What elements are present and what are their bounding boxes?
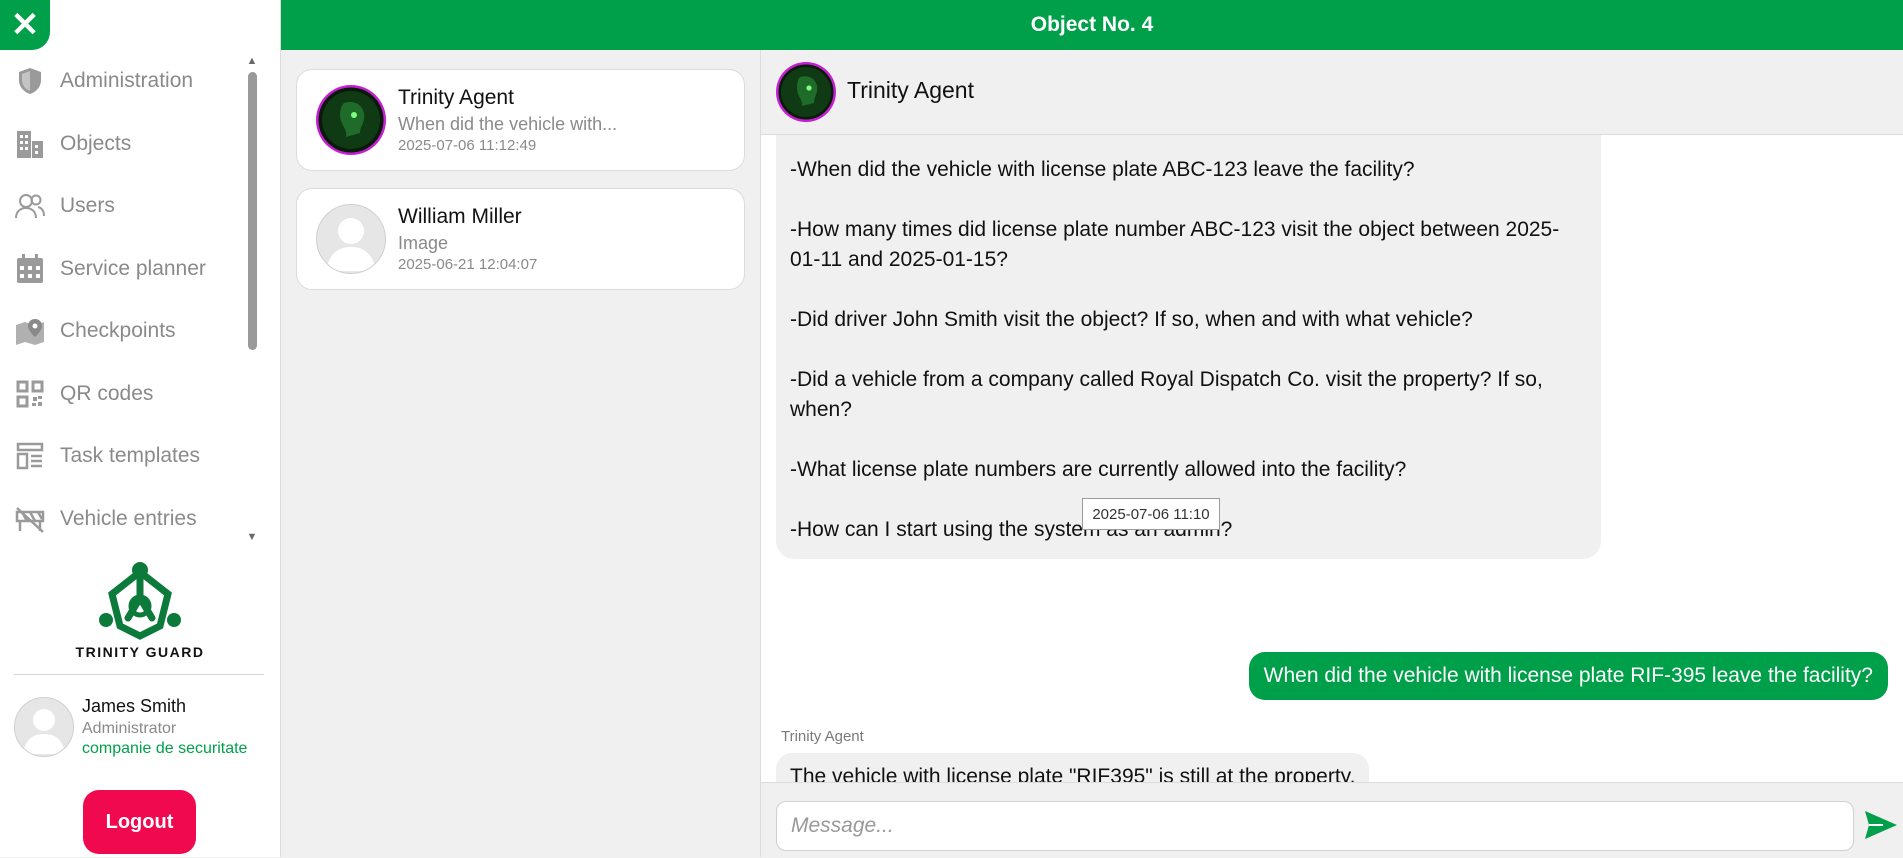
sidebar-item-users[interactable]: Users [0, 175, 245, 238]
template-icon [14, 440, 46, 472]
sidebar-divider [14, 674, 264, 675]
scroll-down-arrow-icon[interactable]: ▼ [245, 530, 259, 544]
bot-message-line: -Did driver John Smith visit the object?… [790, 308, 1473, 331]
user-avatar-icon [316, 204, 386, 274]
sidebar-item-label: Checkpoints [60, 319, 176, 343]
trinity-guard-logo [90, 560, 190, 649]
sidebar-item-label: Administration [60, 69, 194, 93]
message-sender-label: Trinity Agent [781, 728, 864, 745]
conversation-preview: When did the vehicle with... [398, 114, 618, 134]
chat-panel: Trinity Agent -When did the vehicle with… [761, 50, 1903, 858]
timestamp-tooltip: 2025-07-06 11:10 [1082, 498, 1220, 530]
bot-message-line: -When did the vehicle with license plate… [790, 158, 1415, 181]
calendar-icon [14, 253, 46, 285]
conversation-preview: Image [398, 233, 449, 253]
avatar[interactable] [14, 697, 74, 757]
logout-button[interactable]: Logout [83, 790, 196, 854]
conversation-item[interactable]: William Miller Image 2025-06-21 12:04:07 [296, 188, 745, 290]
scroll-up-arrow-icon[interactable]: ▲ [245, 54, 259, 68]
message-list[interactable]: -When did the vehicle with license plate… [761, 135, 1903, 782]
conversation-time: 2025-07-06 11:12:49 [398, 137, 537, 154]
qr-code-icon [14, 378, 46, 410]
close-icon: ✕ [10, 6, 40, 44]
sidebar-item-administration[interactable]: Administration [0, 50, 245, 113]
page-title: Object No. 4 [281, 0, 1903, 50]
send-icon [1865, 811, 1897, 839]
user-message: When did the vehicle with license plate … [1248, 652, 1888, 700]
map-pin-icon [14, 315, 46, 347]
bot-message: -When did the vehicle with license plate… [776, 135, 1601, 559]
sidebar-item-qr-codes[interactable]: QR codes [0, 363, 245, 426]
sidebar-scrollbar[interactable]: ▲ ▼ [245, 54, 259, 544]
user-role: Administrator [82, 720, 177, 737]
agent-avatar-icon [776, 62, 836, 122]
conversation-name: Trinity Agent [398, 86, 514, 109]
message-input[interactable] [776, 801, 1854, 851]
close-button[interactable]: ✕ [0, 0, 50, 50]
conversation-item[interactable]: Trinity Agent When did the vehicle with.… [296, 69, 745, 171]
users-icon [14, 190, 46, 222]
sidebar-item-checkpoints[interactable]: Checkpoints [0, 300, 245, 363]
agent-avatar-icon [316, 85, 386, 155]
shield-icon [14, 65, 46, 97]
send-button[interactable] [1863, 807, 1899, 847]
bot-reply-message: The vehicle with license plate "RIF395" … [776, 753, 1370, 782]
user-company: companie de securitate [82, 740, 248, 757]
sidebar-menu: Administration Objects Users Service pla… [0, 50, 245, 550]
sidebar-item-label: Objects [60, 131, 132, 155]
chat-header: Trinity Agent [761, 50, 1903, 135]
sidebar-item-label: Task templates [60, 444, 201, 468]
sidebar-item-objects[interactable]: Objects [0, 113, 245, 176]
message-composer [761, 782, 1903, 858]
scrollbar-thumb[interactable] [248, 72, 257, 350]
sidebar-item-vehicle-entries[interactable]: Vehicle entries [0, 488, 245, 551]
sidebar-item-task-templates[interactable]: Task templates [0, 425, 245, 488]
conversation-time: 2025-06-21 12:04:07 [398, 256, 538, 273]
sidebar-item-label: QR codes [60, 381, 154, 405]
conversation-list: Trinity Agent When did the vehicle with.… [281, 50, 761, 857]
conversation-name: William Miller [398, 205, 522, 228]
sidebar-item-label: Users [60, 194, 115, 218]
sidebar-item-label: Service planner [60, 256, 206, 280]
sidebar-item-service-planner[interactable]: Service planner [0, 238, 245, 301]
sidebar: ✕ Administration Objects Users Service p… [0, 0, 281, 857]
sidebar-item-label: Vehicle entries [60, 506, 197, 530]
user-name: James Smith [82, 696, 187, 716]
chat-contact-name: Trinity Agent [847, 77, 974, 103]
bot-message-line: -What license plate numbers are currentl… [790, 458, 1407, 481]
logo-text: TRINITY GUARD [75, 644, 205, 660]
bot-message-line: -How many times did license plate number… [790, 218, 1560, 271]
bot-message-line: -Did a vehicle from a company called Roy… [790, 368, 1543, 421]
barrier-icon [14, 503, 46, 535]
building-icon [14, 128, 46, 160]
